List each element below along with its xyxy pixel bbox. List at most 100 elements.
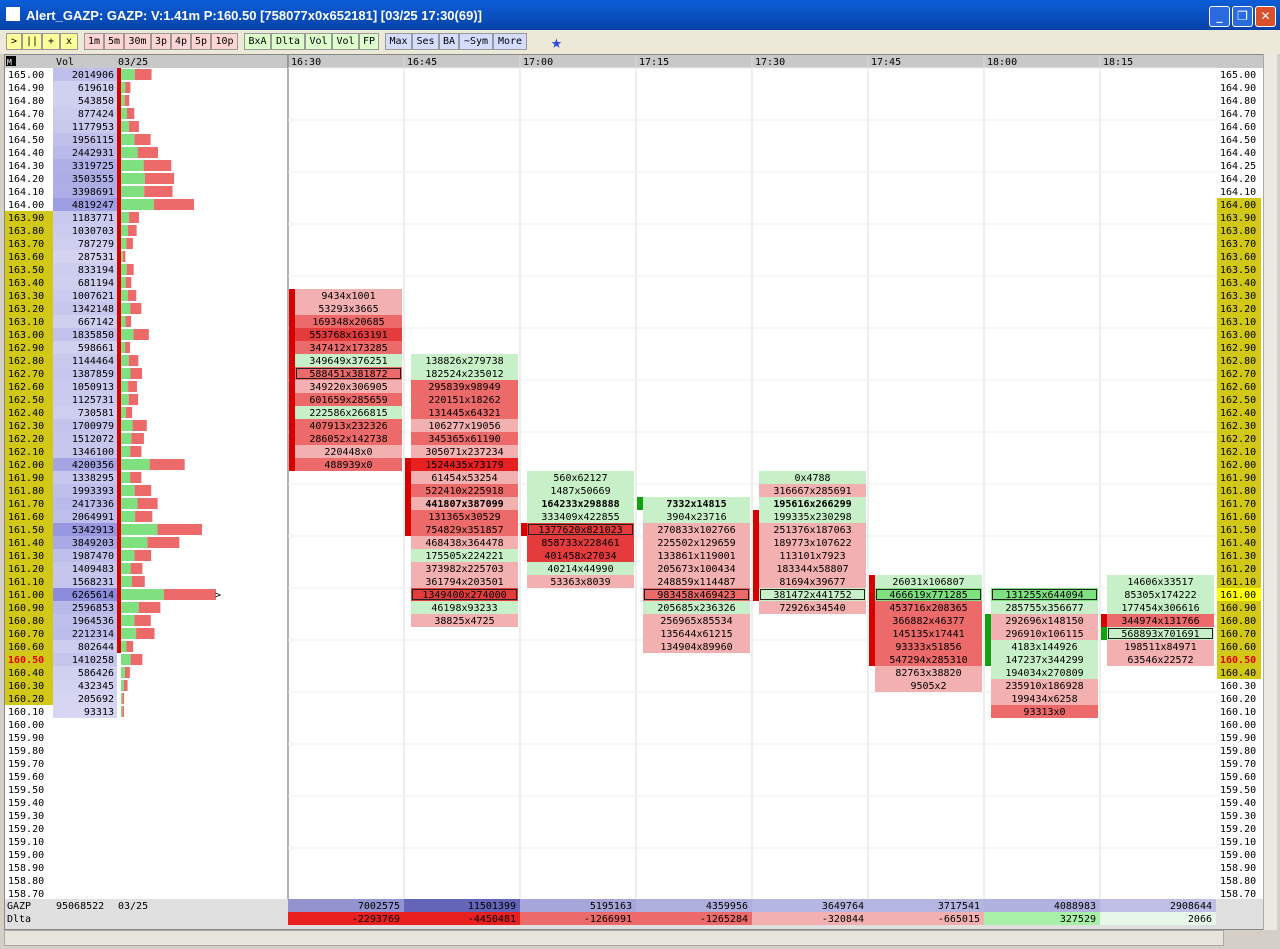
profile-bar-red (131, 576, 145, 587)
minimize-button[interactable]: _ (1209, 6, 1230, 27)
footprint-value: 199335x230298 (773, 512, 851, 523)
profile-bar-red (125, 316, 132, 327)
price-label: 159.20 (8, 824, 44, 835)
price-label: 164.20 (8, 174, 44, 185)
toolbar-button-3-2[interactable]: BA (439, 33, 459, 50)
profile-bar-green (121, 407, 126, 418)
toolbar-button-1-5[interactable]: 5p (191, 33, 211, 50)
profile-bar-green (121, 212, 130, 223)
toolbar-button-0-0[interactable]: > (6, 33, 22, 50)
time-header: 17:45 (871, 57, 901, 68)
footprint-value: 195616x266299 (773, 499, 851, 510)
footprint-value: 14606x33517 (1127, 577, 1193, 588)
footprint-value: 134904x89960 (660, 642, 732, 653)
close-button[interactable]: ✕ (1255, 6, 1276, 27)
profile-bar-green (121, 563, 131, 574)
footprint-marker (289, 302, 295, 315)
toolbar-button-3-0[interactable]: Max (385, 33, 412, 50)
footprint-marker (753, 523, 759, 536)
price-label: 160.10 (8, 707, 44, 718)
price-label: 163.10 (8, 317, 44, 328)
profile-bar-green (121, 264, 127, 275)
volume-value: 586426 (78, 668, 114, 679)
footprint-marker (869, 640, 875, 653)
footprint-value: 9505x2 (910, 681, 946, 692)
toolbar-button-2-3[interactable]: Vol (332, 33, 359, 50)
toolbar-button-3-1[interactable]: Ses (412, 33, 439, 50)
toolbar-button-0-2[interactable]: + (42, 33, 60, 50)
profile-bar-red (126, 264, 134, 275)
price-label: 159.90 (8, 733, 44, 744)
right-price-label: 158.90 (1220, 863, 1256, 874)
volume-value: 802644 (78, 642, 114, 653)
footprint-value: 131255x644094 (1005, 590, 1083, 601)
profile-bar-red (125, 82, 131, 93)
toolbar-button-1-2[interactable]: 30m (124, 33, 151, 50)
price-label: 161.80 (8, 486, 44, 497)
toolbar-button-1-3[interactable]: 3p (151, 33, 171, 50)
profile-poc-line (117, 68, 121, 653)
profile-bar-red (125, 277, 132, 288)
maximize-button[interactable]: ❐ (1232, 6, 1253, 27)
footprint-marker (753, 510, 759, 523)
footprint-chart: M Vol 03/25 16:30 16:45 17:00 17:15 17:30 17:45 1… (4, 54, 1274, 930)
toolbar-button-1-4[interactable]: 4p (171, 33, 191, 50)
footer-volume-value: 4359956 (706, 901, 748, 912)
price-label: 162.60 (8, 382, 44, 393)
toolbar-button-1-0[interactable]: 1m (84, 33, 104, 50)
right-price-label: 161.60 (1220, 512, 1256, 523)
right-price-label: 165.00 (1220, 70, 1256, 81)
footprint-value: 0x4788 (794, 473, 830, 484)
footer-volume-value: 2908644 (1170, 901, 1212, 912)
profile-bar-red (143, 160, 172, 171)
toolbar-button-1-6[interactable]: 10p (211, 33, 238, 50)
footprint-value: 1349400x274000 (422, 590, 506, 601)
volume-value: 2212314 (72, 629, 114, 640)
profile-bar-green (121, 641, 127, 652)
price-label: 161.00 (8, 590, 44, 601)
footprint-marker (405, 471, 411, 484)
volume-value: 2442931 (72, 148, 114, 159)
toolbar-button-2-1[interactable]: Dlta (271, 33, 305, 50)
price-label: 162.00 (8, 460, 44, 471)
profile-bar-red (131, 433, 144, 444)
price-label: 159.70 (8, 759, 44, 770)
footprint-value: 601659x285659 (309, 395, 387, 406)
toolbar-button-3-3[interactable]: ~Sym (459, 33, 493, 50)
horizontal-scrollbar[interactable] (4, 930, 1224, 946)
vertical-scrollbar[interactable] (1263, 54, 1277, 930)
toolbar-button-2-4[interactable]: FP (359, 33, 379, 50)
footprint-value: 222586x266815 (309, 408, 387, 419)
profile-bar-green (121, 69, 135, 80)
toolbar-button-2-2[interactable]: Vol (305, 33, 332, 50)
right-price-label: 162.50 (1220, 395, 1256, 406)
profile-bar-green (121, 316, 126, 327)
right-price-label: 159.50 (1220, 785, 1256, 796)
right-price-label: 162.60 (1220, 382, 1256, 393)
toolbar-button-3-4[interactable]: More (493, 33, 527, 50)
footprint-marker (405, 484, 411, 497)
volume-value: 1409483 (72, 564, 114, 575)
right-price-label: 163.40 (1220, 278, 1256, 289)
footer-volume-value: 4088983 (1054, 901, 1096, 912)
volume-value: 1050913 (72, 382, 114, 393)
volume-value: 1177953 (72, 122, 114, 133)
volume-value: 3398691 (72, 187, 114, 198)
footprint-value: 175505x224221 (425, 551, 503, 562)
toolbar-button-2-0[interactable]: BxA (244, 33, 271, 50)
profile-bar-green (121, 368, 131, 379)
toolbar-button-0-1[interactable]: || (22, 33, 42, 50)
footer-delta-value: -2293769 (352, 914, 400, 925)
right-price-label: 161.30 (1220, 551, 1256, 562)
profile-bar-red (122, 251, 126, 262)
toolbar-button-1-1[interactable]: 5m (104, 33, 124, 50)
favorite-star-icon[interactable]: ★ (551, 32, 562, 53)
price-label: 160.20 (8, 694, 44, 705)
footprint-value: 248859x114487 (657, 577, 735, 588)
right-price-label: 162.80 (1220, 356, 1256, 367)
volume-value: 1956115 (72, 135, 114, 146)
profile-bar-red (130, 303, 142, 314)
footprint-value: 560x62127 (553, 473, 607, 484)
toolbar-button-0-3[interactable]: x (60, 33, 78, 50)
footprint-marker (289, 354, 295, 367)
